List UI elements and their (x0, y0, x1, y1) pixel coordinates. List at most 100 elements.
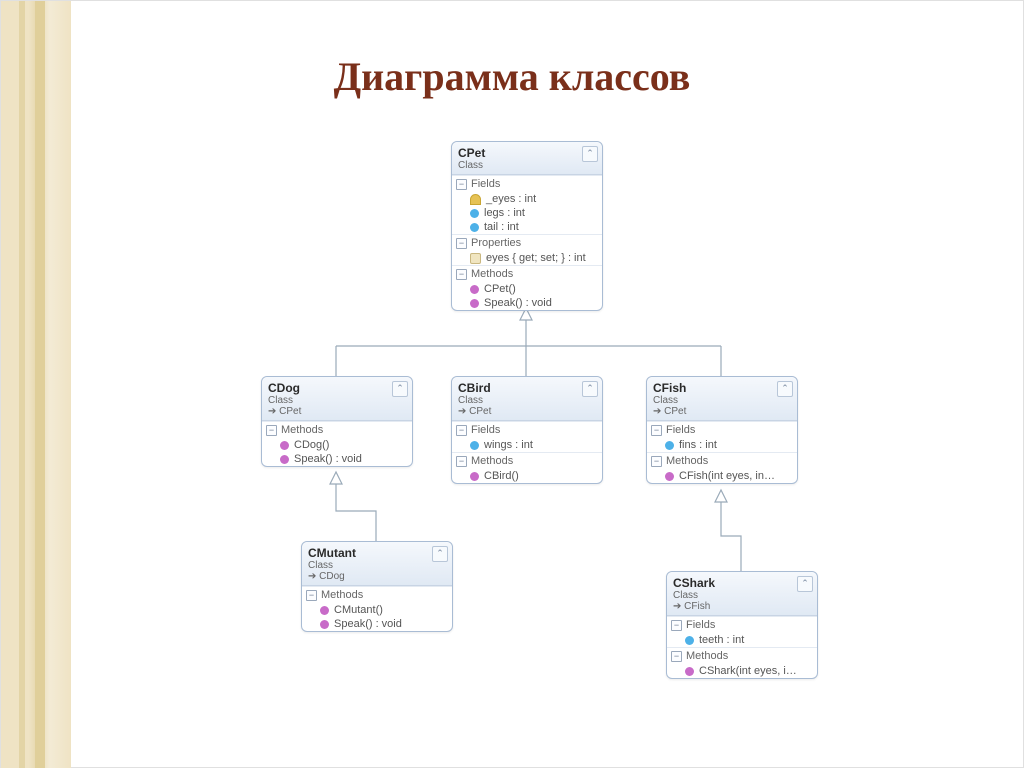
class-stereotype: Class (458, 395, 596, 406)
class-header[interactable]: ⌃ CShark Class➔ CFish (667, 572, 817, 616)
section-label: Methods (281, 424, 323, 436)
collapse-icon[interactable]: − (456, 456, 467, 467)
class-name: CPet (458, 146, 596, 160)
class-header[interactable]: ⌃ CBird Class➔ CPet (452, 377, 602, 421)
diagram-canvas: ⌃ CPet Class − Fields _eyes : int legs :… (1, 1, 1023, 767)
section-title[interactable]: − Properties (452, 235, 602, 251)
collapse-chevron-icon[interactable]: ⌃ (392, 381, 408, 397)
class-box-CDog[interactable]: ⌃ CDog Class➔ CPet − Methods CDog() Spea… (261, 376, 413, 467)
member-item[interactable]: CDog() (262, 438, 412, 452)
field-icon (470, 223, 479, 232)
section-methods: − Methods CMutant() Speak() : void (302, 586, 452, 631)
collapse-icon[interactable]: − (651, 456, 662, 467)
class-box-CPet[interactable]: ⌃ CPet Class − Fields _eyes : int legs :… (451, 141, 603, 311)
section-methods: − Methods CBird() (452, 452, 602, 483)
collapse-icon[interactable]: − (456, 179, 467, 190)
section-title[interactable]: − Methods (302, 587, 452, 603)
method-icon (685, 667, 694, 676)
member-item[interactable]: CFish(int eyes, in… (647, 469, 797, 483)
member-text: legs : int (484, 207, 525, 219)
member-item[interactable]: tail : int (452, 220, 602, 234)
collapse-icon[interactable]: − (456, 238, 467, 249)
member-item[interactable]: legs : int (452, 206, 602, 220)
method-icon (320, 620, 329, 629)
class-header[interactable]: ⌃ CMutant Class➔ CDog (302, 542, 452, 586)
section-fields: − Fields wings : int (452, 421, 602, 452)
collapse-icon[interactable]: − (456, 425, 467, 436)
section-label: Methods (471, 455, 513, 467)
member-item[interactable]: CPet() (452, 282, 602, 296)
section-title[interactable]: − Methods (647, 453, 797, 469)
section-title[interactable]: − Methods (667, 648, 817, 664)
class-name: CBird (458, 381, 596, 395)
collapse-chevron-icon[interactable]: ⌃ (777, 381, 793, 397)
inherits-label: ➔ CFish (673, 601, 811, 612)
section-label: Methods (471, 268, 513, 280)
class-stereotype: Class (268, 395, 406, 406)
class-box-CShark[interactable]: ⌃ CShark Class➔ CFish − Fields teeth : i… (666, 571, 818, 679)
collapse-icon[interactable]: − (306, 590, 317, 601)
section-label: Fields (471, 178, 500, 190)
member-text: Speak() : void (334, 618, 402, 630)
section-title[interactable]: − Fields (667, 617, 817, 633)
class-name: CMutant (308, 546, 446, 560)
section-title[interactable]: − Fields (647, 422, 797, 438)
member-text: CFish(int eyes, in… (679, 470, 775, 482)
member-item[interactable]: Speak() : void (302, 617, 452, 631)
field-icon (685, 636, 694, 645)
section-fields: − Fields _eyes : int legs : int tail : i… (452, 175, 602, 234)
section-title[interactable]: − Fields (452, 176, 602, 192)
member-item[interactable]: CShark(int eyes, i… (667, 664, 817, 678)
method-icon (470, 299, 479, 308)
class-header[interactable]: ⌃ CPet Class (452, 142, 602, 175)
member-item[interactable]: CMutant() (302, 603, 452, 617)
member-item[interactable]: Speak() : void (262, 452, 412, 466)
collapse-chevron-icon[interactable]: ⌃ (582, 381, 598, 397)
section-methods: − Methods CPet() Speak() : void (452, 265, 602, 310)
class-stereotype: Class (458, 160, 596, 171)
section-title[interactable]: − Methods (262, 422, 412, 438)
section-label: Methods (321, 589, 363, 601)
member-item[interactable]: fins : int (647, 438, 797, 452)
method-icon (665, 472, 674, 481)
inherits-label: ➔ CPet (268, 406, 406, 417)
class-box-CFish[interactable]: ⌃ CFish Class➔ CPet − Fields fins : int … (646, 376, 798, 484)
section-label: Fields (686, 619, 715, 631)
section-methods: − Methods CShark(int eyes, i… (667, 647, 817, 678)
class-box-CMutant[interactable]: ⌃ CMutant Class➔ CDog − Methods CMutant(… (301, 541, 453, 632)
class-header[interactable]: ⌃ CDog Class➔ CPet (262, 377, 412, 421)
member-item[interactable]: eyes { get; set; } : int (452, 251, 602, 265)
class-box-CBird[interactable]: ⌃ CBird Class➔ CPet − Fields wings : int… (451, 376, 603, 484)
member-text: CDog() (294, 439, 329, 451)
collapse-icon[interactable]: − (671, 651, 682, 662)
member-text: Speak() : void (484, 297, 552, 309)
collapse-icon[interactable]: − (456, 269, 467, 280)
member-item[interactable]: wings : int (452, 438, 602, 452)
collapse-chevron-icon[interactable]: ⌃ (797, 576, 813, 592)
member-item[interactable]: CBird() (452, 469, 602, 483)
member-item[interactable]: _eyes : int (452, 192, 602, 206)
method-icon (470, 472, 479, 481)
collapse-icon[interactable]: − (671, 620, 682, 631)
member-item[interactable]: Speak() : void (452, 296, 602, 310)
member-item[interactable]: teeth : int (667, 633, 817, 647)
class-name: CShark (673, 576, 811, 590)
section-methods: − Methods CDog() Speak() : void (262, 421, 412, 466)
section-label: Methods (686, 650, 728, 662)
method-icon (470, 285, 479, 294)
member-text: CPet() (484, 283, 516, 295)
collapse-chevron-icon[interactable]: ⌃ (432, 546, 448, 562)
section-label: Fields (471, 424, 500, 436)
collapse-icon[interactable]: − (266, 425, 277, 436)
section-title[interactable]: − Methods (452, 453, 602, 469)
member-text: wings : int (484, 439, 533, 451)
method-icon (280, 455, 289, 464)
collapse-chevron-icon[interactable]: ⌃ (582, 146, 598, 162)
section-title[interactable]: − Fields (452, 422, 602, 438)
section-title[interactable]: − Methods (452, 266, 602, 282)
member-text: CMutant() (334, 604, 383, 616)
class-stereotype: Class (308, 560, 446, 571)
class-header[interactable]: ⌃ CFish Class➔ CPet (647, 377, 797, 421)
field-icon (470, 209, 479, 218)
collapse-icon[interactable]: − (651, 425, 662, 436)
